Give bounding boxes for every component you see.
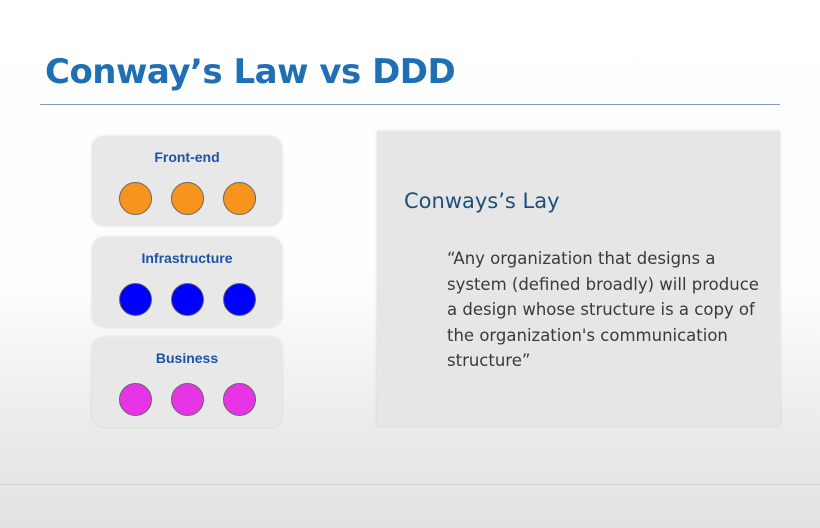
team-members-business — [92, 383, 282, 416]
team-member-dot — [222, 383, 256, 416]
quote-text: “Any organization that designs a system … — [447, 249, 759, 370]
team-panel-business: Business — [92, 337, 282, 427]
quote-box: Conways’s Lay “Any organization that des… — [377, 131, 780, 426]
team-member-dot — [170, 283, 204, 316]
team-member-dot — [170, 383, 204, 416]
team-label-business: Business — [155, 350, 219, 366]
team-member-dot — [170, 182, 204, 215]
title-divider — [40, 104, 780, 105]
team-member-dot — [118, 182, 152, 215]
team-label-front-end: Front-end — [154, 149, 220, 165]
team-member-dot — [222, 182, 256, 215]
team-members-infrastructure — [92, 283, 282, 316]
bottom-divider — [0, 484, 820, 485]
slide-title: Conway’s Law vs DDD — [45, 52, 456, 92]
quote-heading: Conways’s Lay — [404, 189, 560, 213]
team-member-dot — [118, 383, 152, 416]
team-member-dot — [118, 283, 152, 316]
team-panel-infrastructure: Infrastructure — [92, 237, 282, 327]
team-label-infrastructure: Infrastructure — [141, 250, 233, 266]
team-members-front-end — [92, 182, 282, 215]
team-panel-front-end: Front-end — [92, 136, 282, 226]
team-member-dot — [222, 283, 256, 316]
